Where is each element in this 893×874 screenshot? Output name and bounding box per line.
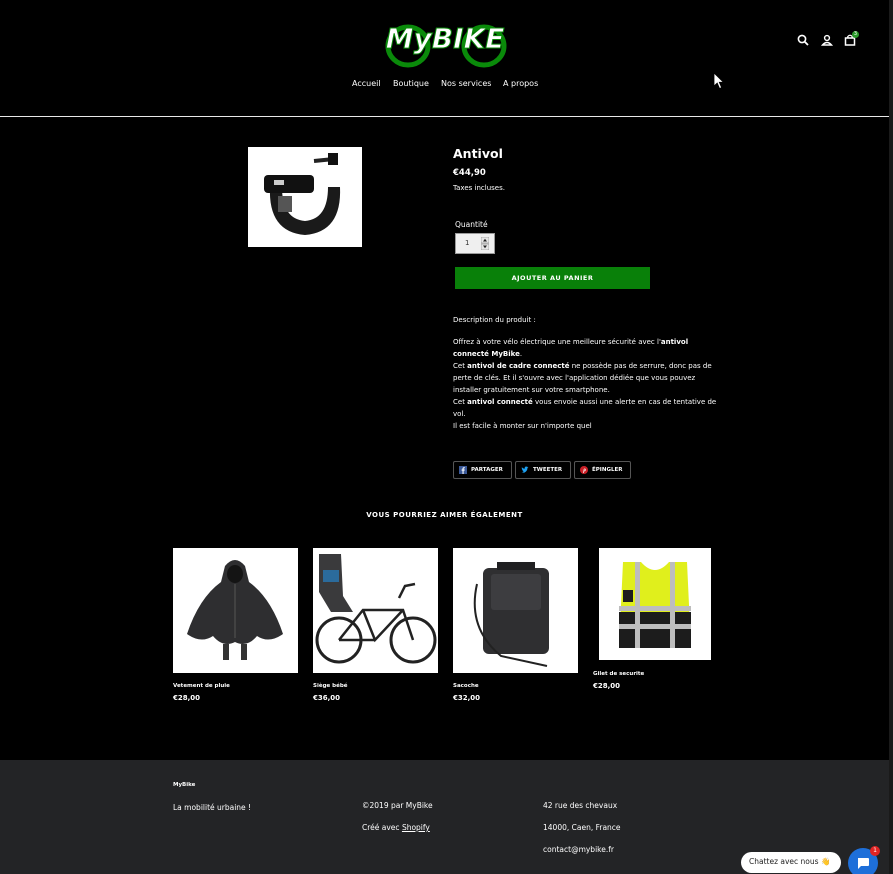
scrollbar[interactable] [889,0,893,874]
product-card-title[interactable]: Sacoche [453,683,479,689]
chat-bubble-icon [858,858,869,869]
footer-brand: MyBike [173,782,196,788]
product-card-image-baby-seat[interactable] [313,548,438,673]
mouse-cursor-icon [713,72,725,90]
product-card-image-safety-vest[interactable] [599,548,711,660]
footer-address-line1: 42 rue des chevaux [543,801,618,810]
tax-note: Taxes incluses. [453,184,505,192]
search-icon[interactable] [796,33,810,47]
chat-notification-badge: 1 [870,846,880,856]
quantity-value: 1 [465,239,470,247]
mybike-logo[interactable]: MyBIKE [380,12,510,68]
nav-nos-services[interactable]: Nos services [441,79,491,88]
product-price: €44,90 [453,168,486,178]
product-image-lock[interactable] [248,147,362,247]
add-to-cart-button[interactable]: AJOUTER AU PANIER [455,267,650,289]
product-card-title[interactable]: Gilet de securite [593,671,644,677]
product-card-title[interactable]: Vetement de pluie [173,683,230,689]
product-title: Antivol [453,146,503,161]
twitter-icon [521,466,529,473]
product-card-price: €28,00 [173,694,201,702]
footer-email[interactable]: contact@mybike.fr [543,845,614,854]
shopify-link[interactable]: Shopify [402,823,430,832]
product-card-title[interactable]: Siège bébé [313,683,348,689]
footer-tagline: La mobilité urbaine ! [173,803,252,812]
product-card-price: €32,00 [453,694,481,702]
nav-boutique[interactable]: Boutique [393,79,429,88]
related-products-heading: VOUS POURRIEZ AIMER ÉGALEMENT [366,511,523,519]
share-facebook-button[interactable]: PARTAGER [453,461,512,479]
quantity-label: Quantité [455,220,488,229]
product-card-image-rain-cape[interactable] [173,548,298,673]
description-title: Description du produit : [453,316,536,324]
footer-created-with: Créé avec Shopify [362,823,430,832]
nav-accueil[interactable]: Accueil [352,79,381,88]
product-card-price: €28,00 [593,682,621,690]
pinterest-icon [580,466,588,474]
header-divider [0,116,889,117]
svg-text:MyBIKE: MyBIKE [386,22,505,55]
product-card-price: €36,00 [313,694,341,702]
footer-copyright: ©2019 par MyBike [362,801,433,810]
facebook-icon [459,466,467,474]
cart-count-badge: 3 [852,31,859,38]
nav-a-propos[interactable]: A propos [503,79,538,88]
share-pinterest-button[interactable]: ÉPINGLER [574,461,631,479]
share-twitter-button[interactable]: TWEETER [515,461,571,479]
account-icon[interactable] [820,33,834,47]
quantity-stepper[interactable] [481,237,489,250]
quantity-input[interactable]: 1 [455,233,495,254]
product-description: Offrez à votre vélo électrique une meill… [453,338,717,430]
footer-address-line2: 14000, Caen, France [543,823,621,832]
product-card-image-pannier-bag[interactable] [453,548,578,673]
chat-prompt[interactable]: Chattez avec nous 👋 [741,852,841,873]
